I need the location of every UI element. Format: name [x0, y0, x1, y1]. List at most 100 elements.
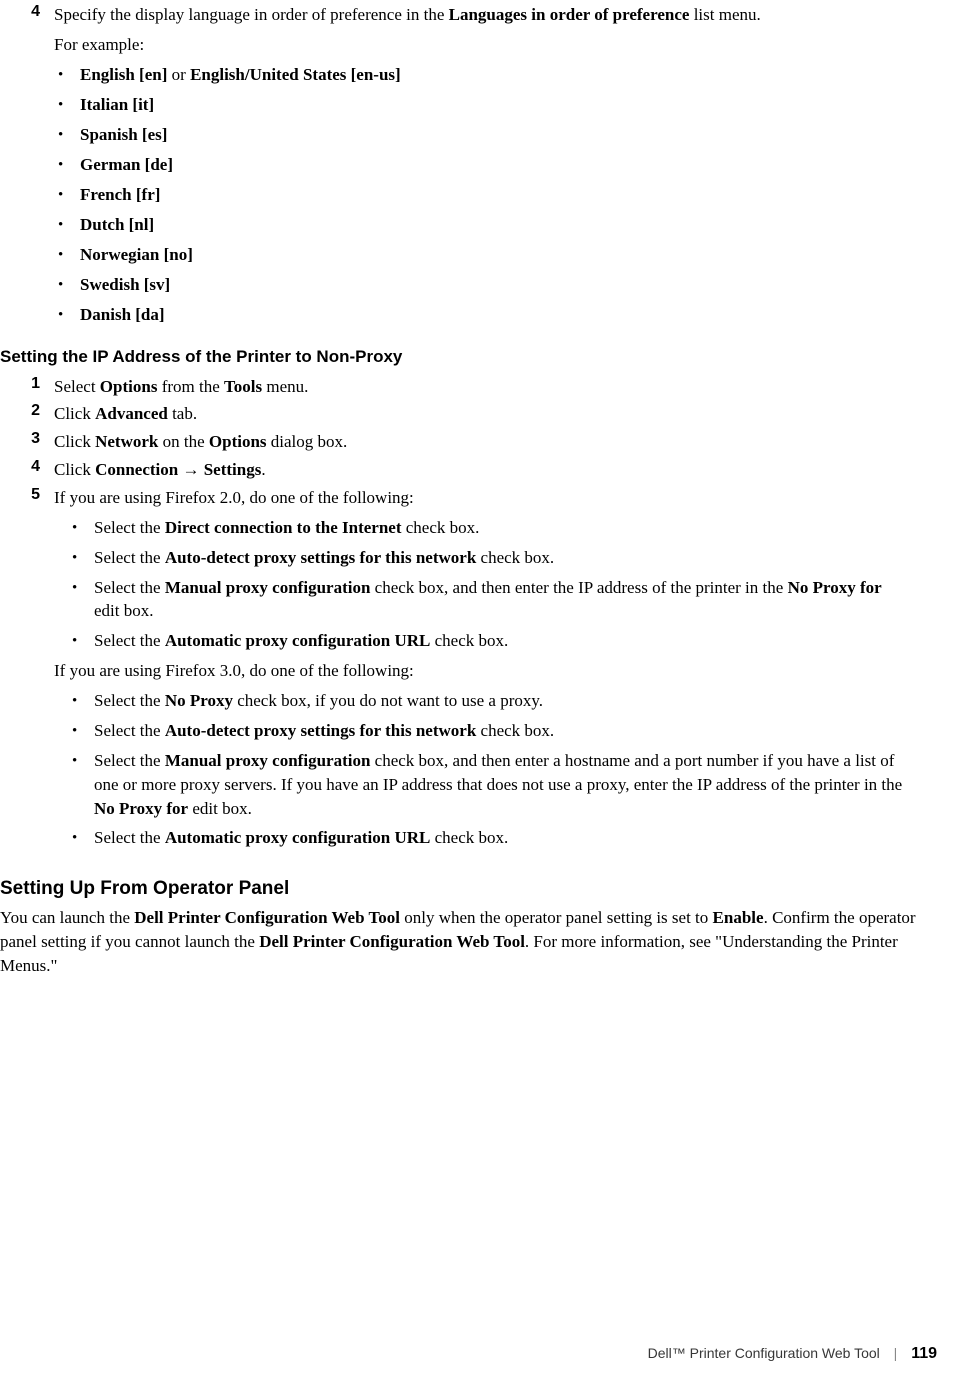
- bullet-text: Swedish [sv]: [80, 273, 971, 297]
- list-item: •Select the Direct connection to the Int…: [72, 516, 941, 540]
- bullet-text: Select the Automatic proxy configuration…: [94, 826, 941, 850]
- bullet-text: German [de]: [80, 153, 971, 177]
- bullet-text: French [fr]: [80, 183, 971, 207]
- step-number: 1: [0, 375, 54, 393]
- bold-phrase: No Proxy for: [788, 578, 882, 597]
- page-number: 119: [911, 1345, 937, 1362]
- step-text: Click Advanced tab.: [54, 402, 971, 426]
- text: You can launch the: [0, 908, 134, 927]
- footer-doc-title: Dell™ Printer Configuration Web Tool: [648, 1345, 880, 1361]
- bullet-icon: •: [58, 153, 80, 177]
- text: Select the: [94, 721, 165, 740]
- operator-paragraph: You can launch the Dell Printer Configur…: [0, 906, 941, 977]
- bullet-icon: •: [58, 93, 80, 117]
- step-1: 1Select Options from the Tools menu.: [0, 375, 971, 399]
- bold-phrase: No Proxy for: [94, 799, 188, 818]
- list-item: •Norwegian [no]: [58, 243, 971, 267]
- text: check box.: [430, 631, 508, 650]
- list-item: •Select the Auto-detect proxy settings f…: [72, 719, 941, 743]
- bold-phrase: Network: [95, 432, 158, 451]
- text: tab.: [168, 404, 197, 423]
- step-number: 3: [0, 430, 54, 448]
- text: Select the: [94, 691, 165, 710]
- text: Click: [54, 432, 95, 451]
- bold-phrase: Spanish [es]: [80, 125, 167, 144]
- bullet-icon: •: [58, 213, 80, 237]
- text: Click: [54, 404, 95, 423]
- text: edit box.: [188, 799, 252, 818]
- step-4: 4 Specify the display language in order …: [0, 3, 971, 57]
- bold-phrase: Direct connection to the Internet: [165, 518, 402, 537]
- list-item: •Select the Auto-detect proxy settings f…: [72, 546, 941, 570]
- bold-phrase: English/United States [en-us]: [190, 65, 401, 84]
- list-item: •Select the Automatic proxy configuratio…: [72, 826, 941, 850]
- bold-phrase: Settings: [204, 460, 262, 479]
- list-item: •Dutch [nl]: [58, 213, 971, 237]
- bullet-text: English [en] or English/United States [e…: [80, 63, 971, 87]
- bullet-text: Dutch [nl]: [80, 213, 971, 237]
- text: Select: [54, 377, 100, 396]
- step-number: 2: [0, 402, 54, 420]
- bold-phrase: Danish [da]: [80, 305, 165, 324]
- list-item: •French [fr]: [58, 183, 971, 207]
- step-3: 3Click Network on the Options dialog box…: [0, 430, 971, 454]
- bullet-icon: •: [72, 719, 94, 743]
- bullet-text: Italian [it]: [80, 93, 971, 117]
- bullet-text: Select the No Proxy check box, if you do…: [94, 689, 941, 713]
- text: Specify the display language in order of…: [54, 5, 449, 24]
- nonproxy-steps: 1Select Options from the Tools menu.2Cli…: [0, 375, 971, 857]
- bold-phrase: Automatic proxy configuration URL: [165, 631, 431, 650]
- bold-phrase: Manual proxy configuration: [165, 751, 371, 770]
- step-4: 4Click Connection → Settings.: [0, 458, 971, 482]
- paragraph: If you are using Firefox 3.0, do one of …: [54, 659, 941, 683]
- bold-phrase: Languages in order of preference: [449, 5, 690, 24]
- text: Select the: [94, 631, 165, 650]
- bold-phrase: Enable: [713, 908, 764, 927]
- footer-divider: |: [894, 1345, 898, 1361]
- bullet-text: Select the Auto-detect proxy settings fo…: [94, 546, 941, 570]
- list-item: •Danish [da]: [58, 303, 971, 327]
- bold-phrase: Automatic proxy configuration URL: [165, 828, 431, 847]
- text: Select the: [94, 828, 165, 847]
- bullet-icon: •: [72, 516, 94, 540]
- bold-phrase: Tools: [224, 377, 262, 396]
- text: Select the: [94, 518, 165, 537]
- bold-phrase: English [en]: [80, 65, 167, 84]
- bullet-text: Danish [da]: [80, 303, 971, 327]
- bold-phrase: Advanced: [95, 404, 168, 423]
- step-text: Specify the display language in order of…: [54, 3, 971, 57]
- step-text: Click Connection → Settings.: [54, 458, 971, 482]
- list-item: •Select the Manual proxy configuration c…: [72, 749, 941, 820]
- text: .: [261, 460, 265, 479]
- text: Select the: [94, 548, 165, 567]
- text: on the: [158, 432, 209, 451]
- bullet-icon: •: [72, 826, 94, 850]
- bold-phrase: Italian [it]: [80, 95, 154, 114]
- list-item: •Swedish [sv]: [58, 273, 971, 297]
- bullet-icon: •: [58, 243, 80, 267]
- step-text: If you are using Firefox 2.0, do one of …: [54, 486, 971, 857]
- text: check box.: [430, 828, 508, 847]
- text: check box.: [476, 548, 554, 567]
- heading-operator-panel: Setting Up From Operator Panel: [0, 878, 971, 900]
- arrow-icon: →: [182, 460, 199, 479]
- text: check box, and then enter the IP address…: [370, 578, 787, 597]
- list-item: •English [en] or English/United States […: [58, 63, 971, 87]
- bold-phrase: Connection: [95, 460, 178, 479]
- list-item: •Select the Manual proxy configuration c…: [72, 576, 941, 624]
- step-text: Click Network on the Options dialog box.: [54, 430, 971, 454]
- bullet-text: Select the Automatic proxy configuration…: [94, 629, 941, 653]
- bullet-icon: •: [58, 183, 80, 207]
- bold-phrase: Options: [100, 377, 158, 396]
- list-item: •Italian [it]: [58, 93, 971, 117]
- bullet-icon: •: [72, 689, 94, 713]
- list-item: •Spanish [es]: [58, 123, 971, 147]
- list-item: •German [de]: [58, 153, 971, 177]
- text: edit box.: [94, 601, 154, 620]
- bold-phrase: Auto-detect proxy settings for this netw…: [165, 548, 476, 567]
- step-2: 2Click Advanced tab.: [0, 402, 971, 426]
- page-footer: Dell™ Printer Configuration Web Tool | 1…: [648, 1345, 937, 1363]
- bold-phrase: Auto-detect proxy settings for this netw…: [165, 721, 476, 740]
- text: from the: [157, 377, 224, 396]
- bullet-text: Norwegian [no]: [80, 243, 971, 267]
